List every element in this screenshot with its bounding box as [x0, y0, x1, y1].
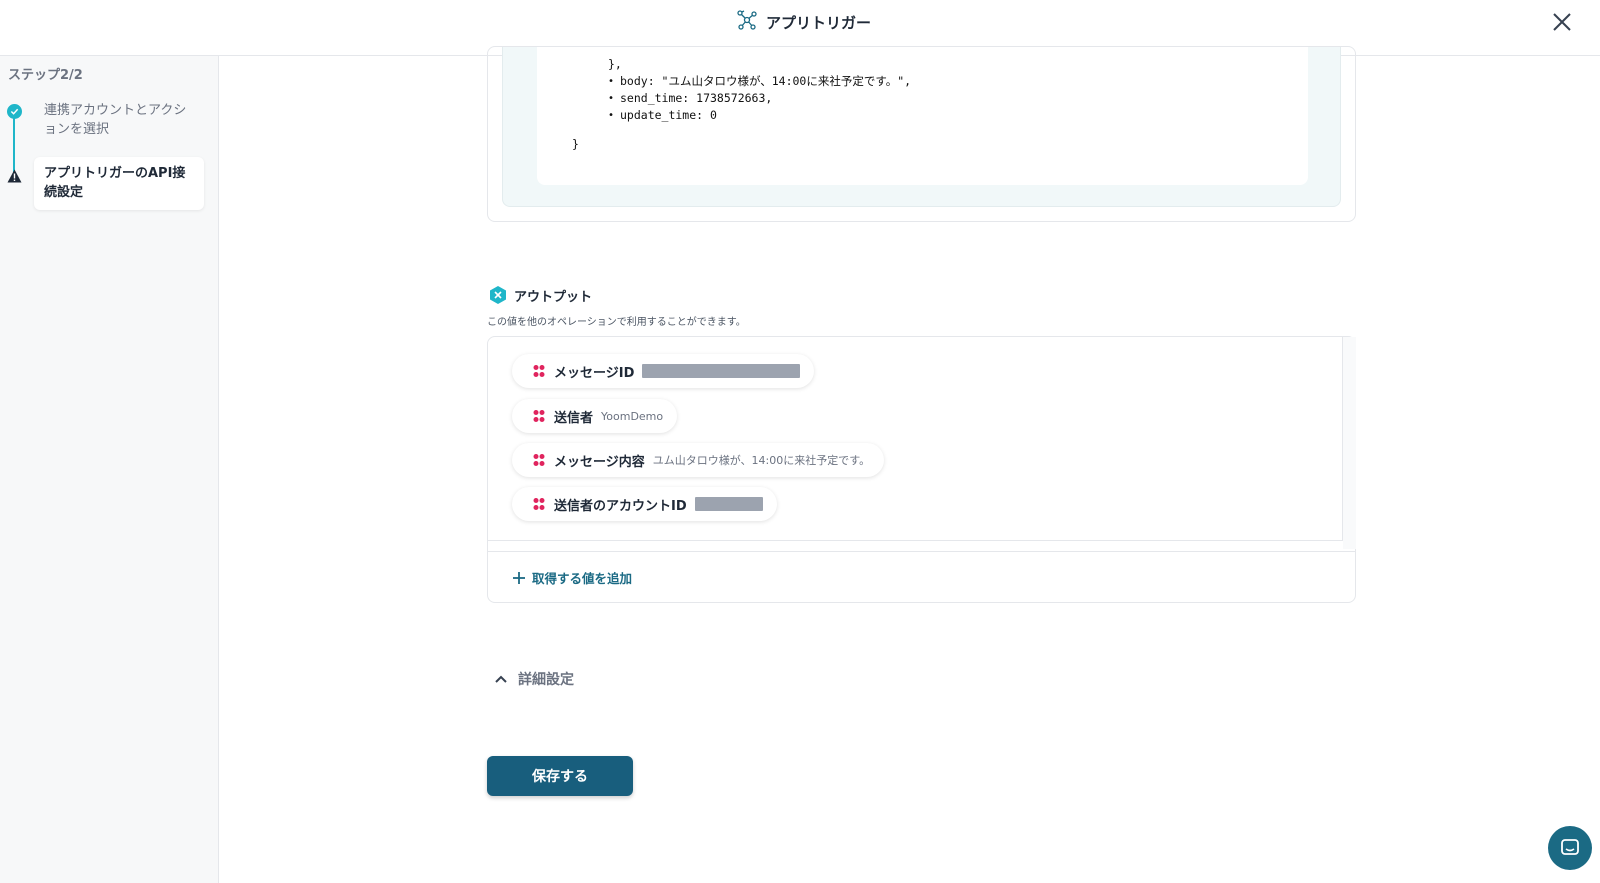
- plus-icon: [513, 571, 525, 584]
- save-button[interactable]: 保存する: [487, 756, 633, 796]
- step-item-label: アプリトリガーのAPI接続設定: [44, 166, 186, 200]
- step-connector: [13, 113, 15, 173]
- output-chip-message-id[interactable]: メッセージID: [512, 354, 815, 388]
- output-chip-sender-account-id[interactable]: 送信者のアカウントID: [512, 487, 777, 521]
- add-output-label: 取得する値を追加: [532, 571, 633, 586]
- code-list-item: • body: "ユム山タロウ様が、14:00に来社予定です。",: [608, 74, 912, 88]
- app-dots-icon: [533, 365, 545, 377]
- chat-support-button[interactable]: [1548, 826, 1592, 870]
- page-title: アプリトリガー: [766, 13, 872, 32]
- step-item-api-settings[interactable]: アプリトリガーのAPI接続設定: [34, 157, 204, 210]
- advanced-settings-toggle[interactable]: 詳細設定: [494, 669, 574, 689]
- close-icon: [1553, 13, 1571, 31]
- advanced-settings-label: 詳細設定: [518, 672, 574, 688]
- code-brace: }: [572, 137, 579, 151]
- output-title: アウトプット: [514, 289, 593, 305]
- app-dots-icon: [533, 410, 545, 422]
- output-chip-message-content[interactable]: メッセージ内容 ユム山タロウ様が、14:00に来社予定です。: [512, 443, 885, 477]
- app-dots-icon: [533, 454, 545, 466]
- output-card: メッセージID 送信者 YoomDemo メッセージ内容 ユム山タロウ様が、14…: [487, 336, 1356, 603]
- redacted-value: [642, 364, 801, 378]
- chip-list-scrollbar[interactable]: [1343, 337, 1356, 549]
- header-title-group: アプリトリガー: [736, 10, 871, 34]
- chevron-up-icon: [495, 675, 507, 683]
- app-dots-icon: [533, 498, 545, 510]
- step-counter: ステップ2/2: [8, 68, 83, 83]
- code-list: • body: "ユム山タロウ様が、14:00に来社予定です。", • send_t…: [608, 73, 911, 124]
- chip-value: ユム山タロウ様が、14:00に来社予定です。: [652, 454, 871, 467]
- main-content: }, • body: "ユム山タロウ様が、14:00に来社予定です。", • sen…: [220, 46, 1600, 883]
- network-logo-icon: [736, 9, 758, 35]
- add-output-value-button[interactable]: 取得する値を追加: [488, 551, 1355, 603]
- output-description: この値を他のオペレーションで利用することができます。: [487, 317, 746, 328]
- chip-value: YoomDemo: [601, 409, 664, 423]
- output-chip-list: メッセージID 送信者 YoomDemo メッセージ内容 ユム山タロウ様が、14…: [488, 337, 1343, 541]
- chip-label: メッセージ内容: [554, 454, 645, 470]
- chip-label: メッセージID: [554, 365, 635, 381]
- code-list-item: • send_time: 1738572663,: [608, 91, 773, 105]
- step-item-select-account[interactable]: 連携アカウントとアクションを選択: [44, 101, 194, 139]
- output-chip-sender[interactable]: 送信者 YoomDemo: [512, 399, 678, 433]
- redacted-value: [694, 497, 763, 511]
- code-list-item: • update_time: 0: [608, 108, 717, 122]
- response-preview-panel: }, • body: "ユム山タロウ様が、14:00に来社予定です。", • sen…: [502, 47, 1341, 207]
- chip-label: 送信者のアカウントID: [554, 498, 687, 514]
- code-preview: }, • body: "ユム山タロウ様が、14:00に来社予定です。", • sen…: [537, 47, 1308, 185]
- chip-label: 送信者: [554, 410, 594, 426]
- code-brace: },: [608, 57, 622, 71]
- check-circle-icon: [7, 104, 22, 119]
- step-sidebar: ステップ2/2 連携アカウントとアクションを選択 アプリトリガーのAPI接続設定: [0, 56, 219, 883]
- output-heading: アウトプット: [488, 285, 592, 305]
- chat-icon: [1561, 839, 1579, 855]
- output-hexagon-icon: [490, 286, 506, 304]
- response-preview-card: }, • body: "ユム山タロウ様が、14:00に来社予定です。", • sen…: [487, 46, 1356, 222]
- warning-triangle-icon: [7, 169, 22, 183]
- close-button[interactable]: [1551, 11, 1573, 33]
